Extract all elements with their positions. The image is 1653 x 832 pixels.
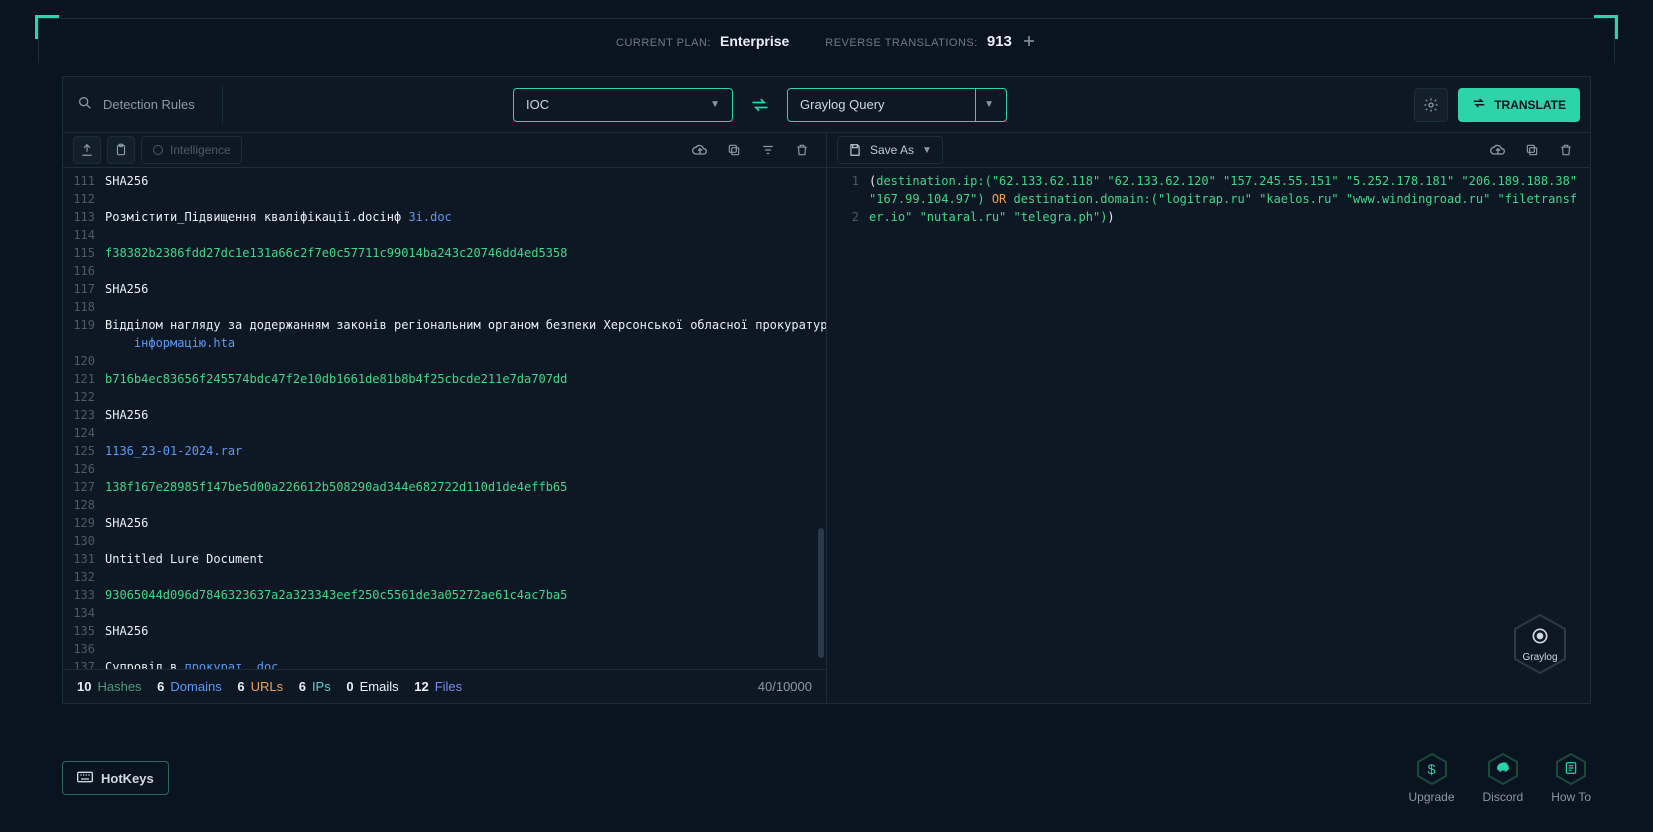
source-format-value: IOC	[526, 97, 549, 112]
source-toolbar: Intelligence	[63, 132, 826, 168]
urls-label: URLs	[251, 679, 284, 694]
chevron-down-icon: ▼	[922, 145, 932, 156]
copy-button[interactable]	[1518, 136, 1546, 164]
discord-icon	[1486, 752, 1520, 786]
settings-button[interactable]	[1414, 88, 1448, 122]
char-counter: 40/10000	[758, 679, 812, 694]
scrollbar-thumb[interactable]	[818, 528, 824, 658]
swap-button[interactable]	[743, 95, 777, 115]
target-editor[interactable]: 12 (destination.ip:("62.133.62.118" "62.…	[827, 168, 1590, 703]
emails-count: 0	[346, 679, 353, 694]
hotkeys-button[interactable]: HotKeys	[62, 761, 169, 795]
copy-button[interactable]	[720, 136, 748, 164]
code-content[interactable]: (destination.ip:("62.133.62.118" "62.133…	[865, 168, 1590, 703]
translate-icon	[1472, 96, 1486, 113]
howto-icon	[1554, 752, 1588, 786]
plan-block: CURRENT PLAN: Enterprise	[616, 33, 789, 49]
upgrade-button[interactable]: $ Upgrade	[1408, 752, 1454, 804]
source-panel: Intelligence 111112113114115116117118119…	[63, 132, 827, 703]
upload-button[interactable]	[73, 136, 101, 164]
graylog-label: Graylog	[1522, 652, 1557, 663]
add-translations-button[interactable]	[1021, 33, 1037, 49]
files-label: Files	[435, 679, 462, 694]
control-row: Detection Rules IOC ▼ Graylog Query ▼ TR…	[63, 77, 1590, 132]
main-area: Detection Rules IOC ▼ Graylog Query ▼ TR…	[62, 76, 1591, 704]
detection-rules-label: Detection Rules	[103, 97, 195, 112]
reverse-translations-block: REVERSE TRANSLATIONS: 913	[825, 33, 1037, 50]
delete-button[interactable]	[1552, 136, 1580, 164]
chevron-down-icon: ▼	[975, 89, 994, 121]
top-bar: CURRENT PLAN: Enterprise REVERSE TRANSLA…	[39, 19, 1614, 63]
hashes-label: Hashes	[97, 679, 141, 694]
target-format-value: Graylog Query	[800, 97, 885, 112]
search-icon	[77, 95, 93, 114]
hotkeys-label: HotKeys	[101, 771, 154, 786]
source-status-bar: 10 Hashes 6 Domains 6 URLs 6 IPs 0 Email…	[63, 669, 826, 703]
intelligence-label: Intelligence	[170, 143, 231, 157]
ips-count: 6	[299, 679, 306, 694]
howto-button[interactable]: How To	[1551, 752, 1591, 804]
detection-rules-tab[interactable]: Detection Rules	[63, 85, 223, 124]
files-count: 12	[414, 679, 428, 694]
rt-label: REVERSE TRANSLATIONS:	[825, 37, 978, 49]
line-gutter: 111112113114115116117118119 120121122123…	[63, 168, 101, 669]
delete-button[interactable]	[788, 136, 816, 164]
target-panel: Save As ▼ 12 (destination.ip:("62.133.62…	[827, 132, 1590, 703]
code-content[interactable]: SHA256 Розмістити_Підвищення кваліфікаці…	[101, 168, 826, 669]
source-format-select[interactable]: IOC ▼	[513, 88, 733, 122]
plan-value: Enterprise	[720, 33, 789, 49]
target-toolbar: Save As ▼	[827, 132, 1590, 168]
upgrade-icon: $	[1415, 752, 1449, 786]
app-frame: CURRENT PLAN: Enterprise REVERSE TRANSLA…	[38, 18, 1615, 63]
howto-label: How To	[1551, 790, 1591, 804]
translate-button[interactable]: TRANSLATE	[1458, 88, 1580, 122]
graylog-icon	[1530, 626, 1550, 649]
panels: Intelligence 111112113114115116117118119…	[63, 132, 1590, 703]
discord-button[interactable]: Discord	[1483, 752, 1524, 804]
filter-button[interactable]	[754, 136, 782, 164]
save-as-label: Save As	[870, 143, 914, 157]
hashes-count: 10	[77, 679, 91, 694]
plan-label: CURRENT PLAN:	[616, 37, 711, 49]
intelligence-button[interactable]: Intelligence	[141, 136, 242, 164]
source-editor[interactable]: 111112113114115116117118119 120121122123…	[63, 168, 826, 669]
emails-label: Emails	[360, 679, 399, 694]
footer-actions: $ Upgrade Discord How To	[1408, 752, 1591, 804]
discord-label: Discord	[1483, 790, 1524, 804]
line-gutter: 12	[827, 168, 865, 703]
save-as-button[interactable]: Save As ▼	[837, 136, 943, 164]
cloud-upload-button[interactable]	[1484, 136, 1512, 164]
upgrade-label: Upgrade	[1408, 790, 1454, 804]
ips-label: IPs	[312, 679, 331, 694]
domains-label: Domains	[170, 679, 221, 694]
urls-count: 6	[237, 679, 244, 694]
keyboard-icon	[77, 771, 93, 786]
target-format-select[interactable]: Graylog Query ▼	[787, 88, 1007, 122]
domains-count: 6	[157, 679, 164, 694]
chevron-down-icon: ▼	[710, 99, 720, 110]
translate-label: TRANSLATE	[1494, 98, 1566, 112]
clipboard-button[interactable]	[107, 136, 135, 164]
graylog-badge[interactable]: Graylog	[1511, 612, 1569, 676]
cloud-upload-button[interactable]	[686, 136, 714, 164]
bottom-bar: HotKeys $ Upgrade Discord	[62, 752, 1591, 804]
rt-value: 913	[987, 33, 1012, 50]
